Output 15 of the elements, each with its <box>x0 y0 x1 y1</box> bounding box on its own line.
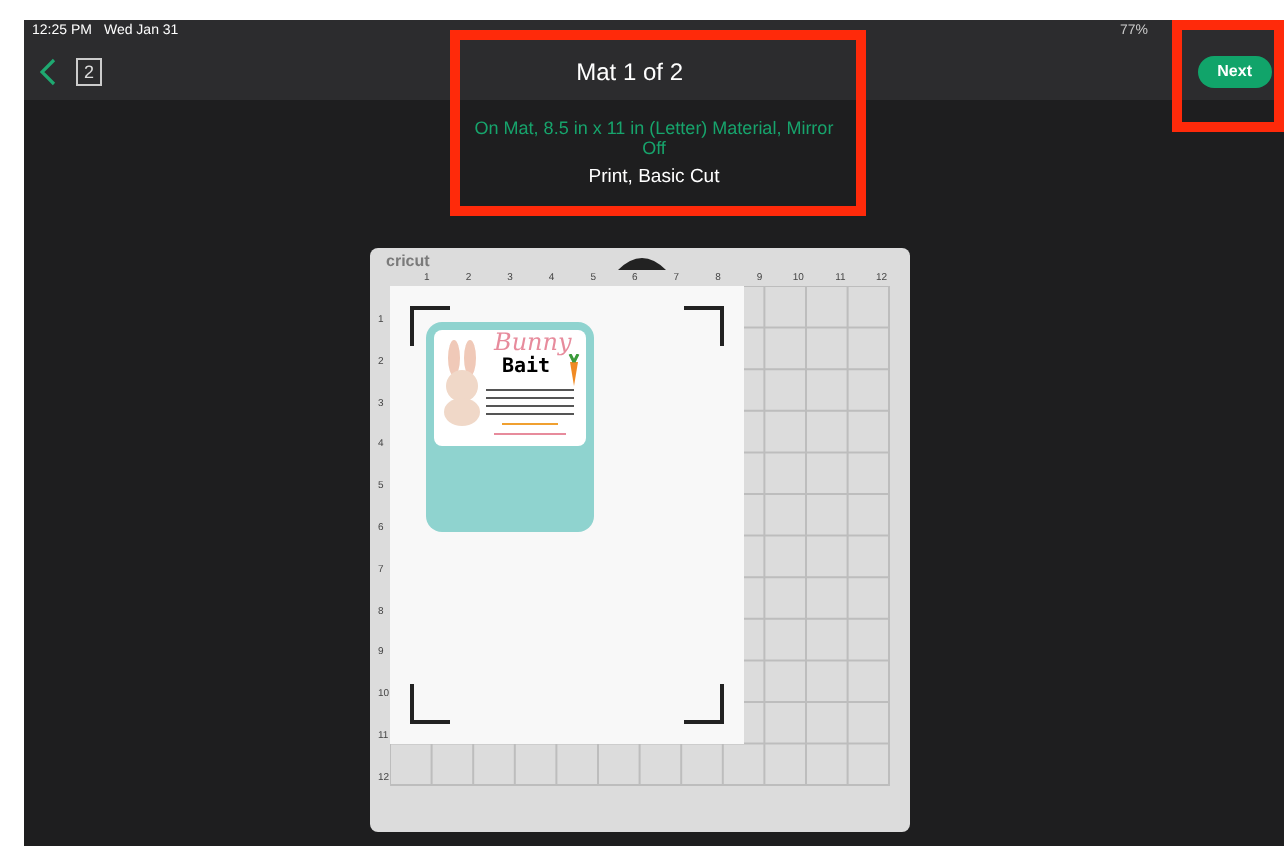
registration-mark <box>683 306 724 347</box>
mat-brand: cricut <box>386 254 430 271</box>
material-info: On Mat, 8.5 in x 11 in (Letter) Material, Mirror Off <box>474 118 834 158</box>
design-subtitle: Bait <box>502 358 551 379</box>
bunny-drawing <box>440 338 484 427</box>
back-chevron-icon[interactable] <box>40 58 56 86</box>
carrot-icon <box>566 354 582 387</box>
operation-info: Print, Basic Cut <box>588 164 720 192</box>
registration-mark <box>683 684 724 725</box>
design-title: Bunny <box>494 330 572 355</box>
mat-title: Mat 1 of 2 <box>576 56 684 90</box>
registration-mark <box>410 684 450 725</box>
mat-notch-icon <box>618 254 666 271</box>
text-lines-drawing <box>482 386 578 439</box>
mat-count-badge[interactable]: 2 <box>76 58 102 86</box>
